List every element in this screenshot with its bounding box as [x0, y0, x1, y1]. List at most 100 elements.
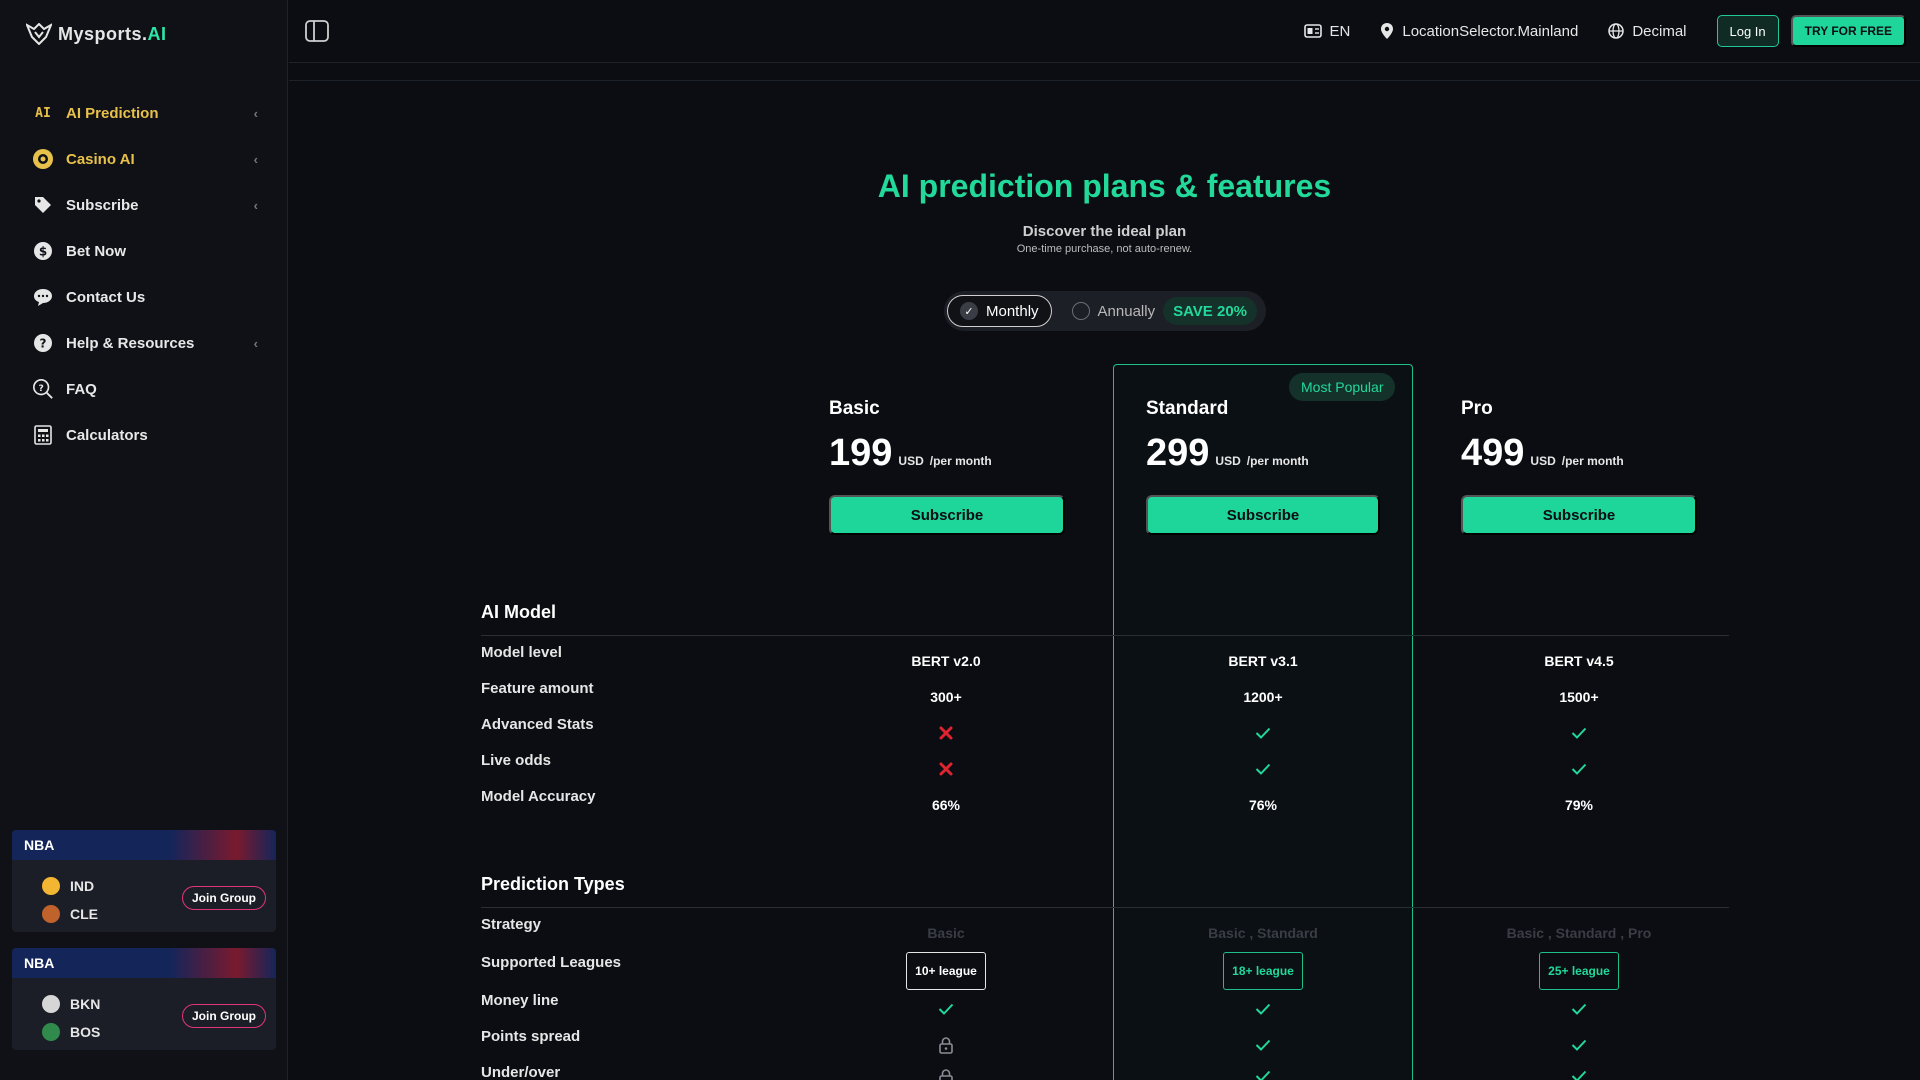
- team-logo-icon: [42, 877, 60, 895]
- feature-label: Strategy: [481, 916, 542, 933]
- team-row: CLE: [42, 900, 98, 928]
- sidebar-item-contact-us[interactable]: Contact Us: [0, 274, 288, 320]
- feature-label: Advanced Stats: [481, 716, 594, 733]
- plan-basic: Basic 199 USD /per month Subscribe: [829, 398, 1069, 535]
- language-selector[interactable]: EN: [1303, 23, 1350, 40]
- page-note: One-time purchase, not auto-renew.: [1016, 243, 1193, 255]
- strategy-value: Basic , Standard , Pro: [1506, 925, 1652, 941]
- match-card[interactable]: NBA IND CLE Join Group: [12, 830, 276, 932]
- feature-label: Model Accuracy: [481, 788, 596, 805]
- plan-price-period: /per month: [1246, 454, 1309, 468]
- sidebar-item-label: Bet Now: [66, 242, 126, 260]
- sidebar-item-calculators[interactable]: Calculators: [0, 412, 288, 458]
- feature-value: [1163, 998, 1363, 1020]
- league-cell: 25+ league: [1479, 952, 1679, 990]
- odds-format-selector[interactable]: Decimal: [1608, 23, 1687, 40]
- sidebar-item-help-resources[interactable]: ? Help & Resources ‹: [0, 320, 288, 366]
- feature-value: [1479, 998, 1679, 1020]
- sidebar-item-ai-prediction[interactable]: AI AI Prediction ‹: [0, 90, 288, 136]
- feature-value: 1200+: [1243, 689, 1283, 705]
- plan-price-currency: USD: [1215, 454, 1241, 468]
- feature-value: BERT v3.1: [1228, 653, 1298, 669]
- feature-value: [1163, 1070, 1363, 1080]
- sidebar-item-subscribe[interactable]: Subscribe ‹: [0, 182, 288, 228]
- location-selector[interactable]: LocationSelector.Mainland: [1380, 22, 1578, 40]
- radio-icon: [1071, 302, 1090, 320]
- plan-price-amount: 499: [1461, 432, 1525, 474]
- match-card[interactable]: NBA BKN BOS Join Group: [12, 948, 276, 1050]
- check-icon: [1255, 1070, 1271, 1080]
- sidebar-item-bet-now[interactable]: $ Bet Now: [0, 228, 288, 274]
- help-icon: ?: [32, 332, 54, 354]
- feature-value: 76%: [1248, 797, 1278, 813]
- subscribe-standard-button[interactable]: Subscribe: [1146, 495, 1380, 535]
- casino-chip-icon: [32, 148, 54, 170]
- check-icon: ✓: [960, 302, 978, 320]
- check-icon: [1255, 763, 1271, 775]
- check-icon: [1571, 727, 1587, 739]
- feature-value: 300+: [930, 689, 962, 705]
- cross-icon: [939, 762, 953, 776]
- plan-name: Pro: [1461, 398, 1493, 419]
- feature-label: Feature amount: [481, 680, 594, 697]
- panel-toggle-icon[interactable]: [305, 20, 329, 42]
- check-icon: [1255, 1039, 1271, 1051]
- plan-price-currency: USD: [898, 454, 924, 468]
- plan-pro: Pro 499 USD /per month Subscribe: [1461, 398, 1701, 535]
- chevron-left-icon: ‹: [253, 197, 258, 213]
- logo[interactable]: Mysports. AI: [26, 20, 167, 48]
- svg-text:?: ?: [40, 337, 47, 351]
- feature-value: [1479, 722, 1679, 744]
- section-title-prediction-types: Prediction Types: [481, 874, 625, 894]
- feature-value: [1479, 1034, 1679, 1056]
- match-league: NBA: [12, 948, 276, 978]
- sidebar-item-label: FAQ: [66, 380, 97, 398]
- subscribe-pro-button[interactable]: Subscribe: [1461, 495, 1697, 535]
- team-logo-icon: [42, 995, 60, 1013]
- check-icon: [1255, 1003, 1271, 1015]
- subscribe-basic-button[interactable]: Subscribe: [829, 495, 1065, 535]
- section-title-ai-model: AI Model: [481, 602, 556, 622]
- faq-icon: ?: [32, 378, 54, 400]
- feature-value: 1500+: [1559, 689, 1599, 705]
- match-teams: BKN BOS: [42, 990, 100, 1046]
- join-group-button[interactable]: Join Group: [182, 1004, 266, 1028]
- header-divider: [289, 80, 1920, 81]
- feature-value: [846, 758, 1046, 780]
- feature-value: 66%: [931, 797, 961, 813]
- league-tag: 25+ league: [1539, 952, 1619, 990]
- topbar: EN LocationSelector.Mainland Decimal Log…: [289, 0, 1920, 63]
- language-icon: [1303, 24, 1322, 38]
- calculator-icon: [32, 424, 54, 446]
- logo-icon: [26, 23, 52, 45]
- team-row: BOS: [42, 1018, 100, 1046]
- page-subtitle: Discover the ideal plan: [1022, 223, 1187, 240]
- sidebar-item-faq[interactable]: ? FAQ: [0, 366, 288, 412]
- feature-value: [846, 722, 1046, 744]
- team-row: IND: [42, 872, 98, 900]
- svg-text:$: $: [39, 245, 47, 259]
- billing-monthly-option[interactable]: ✓ Monthly: [947, 295, 1052, 327]
- team-name: BOS: [70, 1024, 101, 1040]
- billing-annually-label: Annually: [1097, 302, 1156, 320]
- chat-icon: [32, 286, 54, 308]
- location-pin-icon: [1381, 23, 1394, 39]
- join-group-button[interactable]: Join Group: [182, 886, 266, 910]
- section-divider: [481, 635, 1729, 636]
- feature-value: [846, 1034, 1046, 1056]
- logo-accent: AI: [147, 23, 167, 44]
- feature-value: [1479, 758, 1679, 780]
- login-button[interactable]: Log In: [1716, 15, 1779, 47]
- sidebar-nav: AI AI Prediction ‹ Casino AI ‹ Subscribe…: [0, 90, 288, 458]
- team-name: BKN: [70, 996, 101, 1012]
- feature-value: [1163, 722, 1363, 744]
- feature-value: [1479, 1070, 1679, 1080]
- billing-annually-option[interactable]: Annually: [1071, 302, 1156, 320]
- league-cell: 18+ league: [1163, 952, 1363, 990]
- sidebar-item-label: Subscribe: [66, 196, 139, 214]
- feature-label: Live odds: [481, 752, 552, 769]
- plan-standard: Standard 299 USD /per month Subscribe: [1146, 398, 1386, 535]
- try-for-free-button[interactable]: TRY FOR FREE: [1790, 15, 1906, 47]
- sidebar-item-casino-ai[interactable]: Casino AI ‹: [0, 136, 288, 182]
- team-name: CLE: [70, 906, 98, 922]
